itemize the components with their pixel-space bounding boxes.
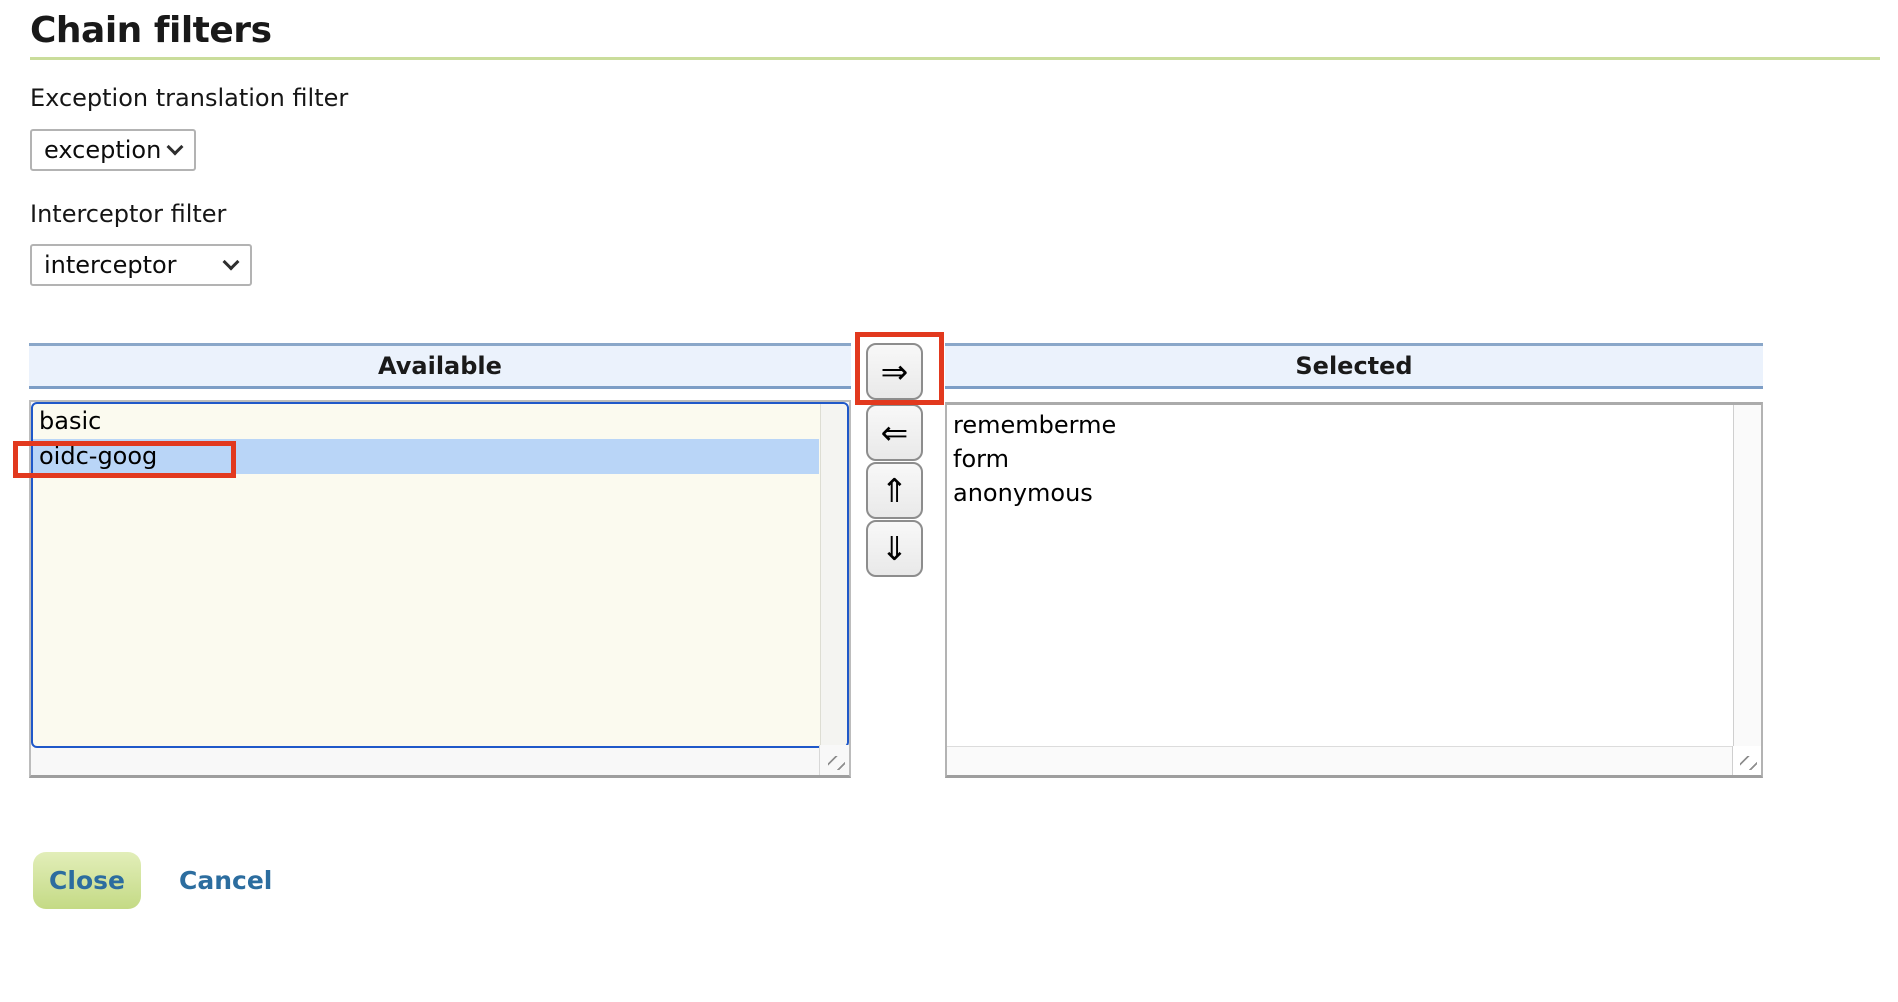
- vertical-scrollbar[interactable]: [1733, 405, 1761, 746]
- move-down-button[interactable]: ⇓: [866, 520, 923, 577]
- resize-corner[interactable]: [819, 745, 849, 775]
- horizontal-scrollbar[interactable]: [947, 746, 1732, 775]
- move-right-button[interactable]: ⇒: [866, 343, 923, 400]
- close-button-label: Close: [49, 866, 125, 895]
- available-list-container: basic oidc-goog: [29, 400, 851, 778]
- interceptor-filter-value: interceptor: [44, 251, 177, 279]
- vertical-scrollbar[interactable]: [820, 404, 847, 746]
- close-button[interactable]: Close: [33, 852, 141, 909]
- available-header-label: Available: [378, 352, 502, 380]
- available-panel-header: Available: [29, 343, 851, 389]
- list-item-anonymous[interactable]: anonymous: [947, 476, 1732, 510]
- interceptor-filter-select[interactable]: interceptor: [30, 244, 252, 286]
- title-divider: [30, 57, 1880, 60]
- resize-corner[interactable]: [1732, 746, 1761, 775]
- double-arrow-right-icon: ⇒: [881, 352, 909, 391]
- list-item-basic[interactable]: basic: [33, 404, 819, 439]
- exception-filter-value: exception: [44, 136, 161, 164]
- double-arrow-up-icon: ⇑: [881, 471, 909, 510]
- move-left-button[interactable]: ⇐: [866, 404, 923, 461]
- selected-multiselect[interactable]: rememberme form anonymous: [947, 405, 1732, 746]
- list-item-form[interactable]: form: [947, 442, 1732, 476]
- double-arrow-left-icon: ⇐: [881, 413, 909, 452]
- list-item-oidc-goog[interactable]: oidc-goog: [33, 439, 819, 474]
- move-up-button[interactable]: ⇑: [866, 462, 923, 519]
- page-title: Chain filters: [30, 10, 272, 51]
- cancel-link[interactable]: Cancel: [179, 866, 272, 895]
- exception-filter-label: Exception translation filter: [30, 84, 348, 112]
- chevron-down-icon: [167, 138, 184, 155]
- chain-filters-page: Chain filters Exception translation filt…: [0, 0, 1898, 1002]
- chevron-down-icon: [223, 253, 240, 270]
- interceptor-filter-label: Interceptor filter: [30, 200, 226, 228]
- exception-filter-select[interactable]: exception: [30, 129, 196, 171]
- available-multiselect[interactable]: basic oidc-goog: [31, 402, 849, 748]
- selected-list-container: rememberme form anonymous: [945, 402, 1763, 778]
- list-item-rememberme[interactable]: rememberme: [947, 408, 1732, 442]
- selected-panel-header: Selected: [945, 343, 1763, 389]
- resize-grip-icon: [828, 756, 845, 770]
- resize-grip-icon: [1740, 756, 1757, 770]
- double-arrow-down-icon: ⇓: [881, 529, 909, 568]
- selected-header-label: Selected: [1295, 352, 1412, 380]
